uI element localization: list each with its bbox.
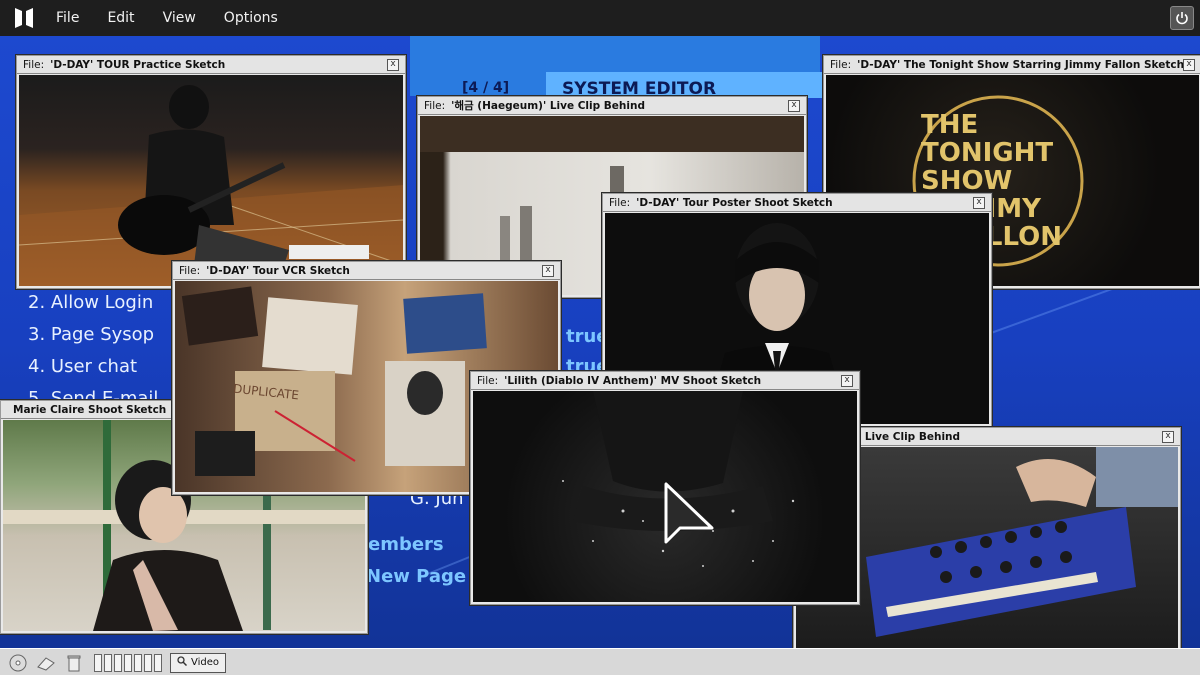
video-button[interactable]: Video bbox=[170, 652, 227, 673]
menu-view[interactable]: View bbox=[163, 10, 196, 26]
file-label: File: bbox=[830, 58, 852, 71]
close-icon[interactable]: x bbox=[1183, 59, 1195, 71]
close-icon[interactable]: x bbox=[788, 100, 800, 112]
screen: File Edit View Options [4 / 4] SYSTEM ED… bbox=[0, 0, 1200, 675]
window-titlebar[interactable]: File: 'D-DAY' The Tonight Show Starring … bbox=[824, 56, 1200, 74]
task-button[interactable] bbox=[114, 653, 122, 672]
video-frame[interactable] bbox=[19, 75, 403, 286]
task-button[interactable] bbox=[104, 653, 112, 672]
bg-fragment-new-page: New Page bbox=[366, 566, 467, 587]
file-label: File: bbox=[477, 374, 499, 387]
task-button[interactable] bbox=[124, 653, 132, 672]
eraser-icon[interactable] bbox=[36, 654, 56, 672]
menu-edit[interactable]: Edit bbox=[107, 10, 134, 26]
close-icon[interactable]: x bbox=[841, 375, 853, 387]
video-label: Video bbox=[191, 657, 220, 668]
bg-fragment-members: embers bbox=[368, 534, 444, 555]
page-indicator: [4 / 4] bbox=[462, 80, 510, 96]
task-button[interactable] bbox=[144, 653, 152, 672]
file-label: File: bbox=[179, 264, 201, 277]
task-button[interactable] bbox=[94, 653, 102, 672]
window-titlebar[interactable]: File: 'D-DAY' Tour Poster Shoot Sketch x bbox=[603, 194, 991, 212]
window-practice-sketch[interactable]: File: 'D-DAY' TOUR Practice Sketch x bbox=[16, 55, 406, 289]
taskbar: Video bbox=[0, 648, 1200, 675]
menu-file[interactable]: File bbox=[56, 10, 79, 26]
trash-icon[interactable] bbox=[64, 654, 84, 672]
close-icon[interactable]: x bbox=[973, 197, 985, 209]
menu-options[interactable]: Options bbox=[224, 10, 278, 26]
window-titlebar[interactable]: File: 'Lilith (Diablo IV Anthem)' MV Sho… bbox=[471, 372, 859, 390]
bts-logo-icon[interactable] bbox=[10, 6, 38, 30]
power-icon[interactable] bbox=[1170, 6, 1194, 30]
system-editor-title: SYSTEM EDITOR bbox=[546, 72, 822, 98]
close-icon[interactable]: x bbox=[387, 59, 399, 71]
close-icon[interactable]: x bbox=[1162, 431, 1174, 443]
file-label: File: bbox=[424, 99, 446, 112]
magnifier-icon bbox=[177, 656, 188, 669]
task-buttons bbox=[94, 653, 162, 672]
mouse-cursor-icon bbox=[662, 482, 716, 550]
cd-icon[interactable] bbox=[8, 654, 28, 672]
window-title: 'D-DAY' TOUR Practice Sketch bbox=[50, 58, 226, 71]
window-title: Marie Claire Shoot Sketch bbox=[13, 403, 167, 416]
task-button[interactable] bbox=[154, 653, 162, 672]
task-button[interactable] bbox=[134, 653, 142, 672]
window-title: 'D-DAY' Tour VCR Sketch bbox=[206, 264, 350, 277]
window-titlebar[interactable]: File: 'D-DAY' Tour VCR Sketch x bbox=[173, 262, 560, 280]
menu-bar: File Edit View Options bbox=[0, 0, 1200, 36]
window-title: '해금 (Haegeum)' Live Clip Behind bbox=[451, 100, 645, 112]
window-titlebar[interactable]: File: '해금 (Haegeum)' Live Clip Behind x bbox=[418, 97, 806, 115]
window-titlebar[interactable]: File: 'D-DAY' TOUR Practice Sketch x bbox=[17, 56, 405, 74]
menu-option-page-sysop[interactable]: 3. Page Sysop bbox=[28, 324, 154, 345]
file-label: File: bbox=[609, 196, 631, 209]
close-icon[interactable]: x bbox=[542, 265, 554, 277]
window-title: 'D-DAY' Tour Poster Shoot Sketch bbox=[636, 196, 833, 209]
file-label: File: bbox=[23, 58, 45, 71]
menu-option-allow-login[interactable]: 2. Allow Login bbox=[28, 292, 153, 313]
window-title: 'D-DAY' The Tonight Show Starring Jimmy … bbox=[857, 58, 1185, 71]
menu-option-user-chat[interactable]: 4. User chat bbox=[28, 356, 137, 377]
window-title: 'Lilith (Diablo IV Anthem)' MV Shoot Ske… bbox=[504, 374, 762, 387]
